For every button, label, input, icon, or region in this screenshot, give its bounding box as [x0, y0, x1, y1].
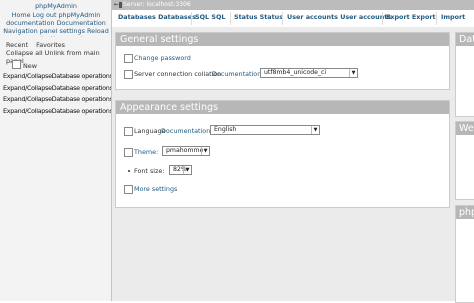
- database-item[interactable]: Expand/CollapseDatabase operations infor…: [3, 72, 111, 80]
- main-menu: Databases Databases SQL SQL Status Statu…: [112, 10, 474, 28]
- theme-link[interactable]: Theme:: [134, 148, 158, 156]
- tab-favorites[interactable]: Favorites: [36, 41, 65, 49]
- tab-user-accounts[interactable]: User accounts User accounts: [287, 13, 391, 21]
- font-size-label: Font size:: [134, 167, 165, 175]
- collation-checkbox-icon: [124, 70, 133, 79]
- more-settings-checkbox-icon: [124, 185, 133, 194]
- tab-divider: [230, 12, 231, 25]
- new-database-icon[interactable]: [12, 60, 21, 69]
- tab-divider: [382, 12, 383, 25]
- language-checkbox-icon: [124, 127, 133, 136]
- change-password-checkbox-icon: [124, 54, 133, 63]
- bullet-icon: [128, 170, 130, 172]
- web-server-title: Wel: [456, 122, 474, 135]
- tab-status[interactable]: Status Status: [234, 13, 283, 21]
- database-item[interactable]: Expand/CollapseDatabase operations sys: [3, 107, 111, 115]
- chevron-down-icon: ▼: [183, 166, 191, 174]
- collapse-unlink-links[interactable]: Collapse all Unlink from main panel: [6, 49, 111, 65]
- theme-checkbox-icon: [124, 148, 133, 157]
- general-settings-panel: General settings Change password Server …: [115, 32, 450, 90]
- database-server-panel: Data: [455, 32, 474, 117]
- collation-select[interactable]: utf8mb4_unicode_ci ▼: [260, 68, 358, 78]
- nav-links[interactable]: Home Log out phpMyAdmin documentation Do…: [1, 11, 111, 37]
- tab-databases[interactable]: Databases Databases: [118, 13, 196, 21]
- language-select[interactable]: English ▼: [210, 125, 320, 135]
- server-breadcrumb[interactable]: Server: localhost:3306: [123, 1, 191, 8]
- theme-select[interactable]: pmahomme ▼: [162, 146, 210, 156]
- phpmyadmin-panel: php: [455, 205, 474, 303]
- tab-recent[interactable]: Recent: [6, 41, 28, 49]
- language-documentation-link[interactable]: Documentation: [161, 127, 210, 135]
- server-icon: [119, 2, 122, 8]
- database-item[interactable]: Expand/CollapseDatabase operations mysql: [3, 84, 111, 92]
- tab-sql[interactable]: SQL SQL: [195, 13, 225, 21]
- tab-divider: [282, 12, 283, 25]
- recent-favorites-tabs: Recent Favorites: [6, 41, 71, 49]
- collation-label: Server connection collation: [134, 70, 222, 78]
- tab-import[interactable]: Import: [441, 13, 465, 21]
- general-settings-title: General settings: [116, 33, 449, 46]
- chevron-down-icon: ▼: [349, 69, 357, 77]
- chevron-down-icon: ▼: [201, 147, 209, 155]
- font-size-select[interactable]: 82% ▼: [169, 165, 192, 175]
- navigation-panel: phpMyAdmin Home Log out phpMyAdmin docum…: [0, 0, 112, 301]
- chevron-down-icon: ▼: [311, 126, 319, 134]
- tab-export[interactable]: Export Export: [386, 13, 436, 21]
- phpmyadmin-title: php: [456, 206, 474, 219]
- web-server-panel: Wel: [455, 121, 474, 200]
- new-database-link[interactable]: New: [23, 62, 37, 70]
- database-item[interactable]: Expand/CollapseDatabase operations perfo…: [3, 95, 111, 103]
- tab-divider: [436, 12, 437, 25]
- phpmyadmin-logo[interactable]: phpMyAdmin: [0, 2, 112, 10]
- main-content: General settings Change password Server …: [112, 27, 474, 303]
- collation-documentation-link[interactable]: Documentation: [212, 70, 261, 78]
- appearance-settings-panel: Appearance settings Language Documentati…: [115, 100, 450, 208]
- more-settings-link[interactable]: More settings: [134, 185, 177, 193]
- database-server-title: Data: [456, 33, 474, 46]
- change-password-link[interactable]: Change password: [134, 54, 191, 62]
- appearance-settings-title: Appearance settings: [116, 101, 449, 114]
- tab-divider: [191, 12, 192, 25]
